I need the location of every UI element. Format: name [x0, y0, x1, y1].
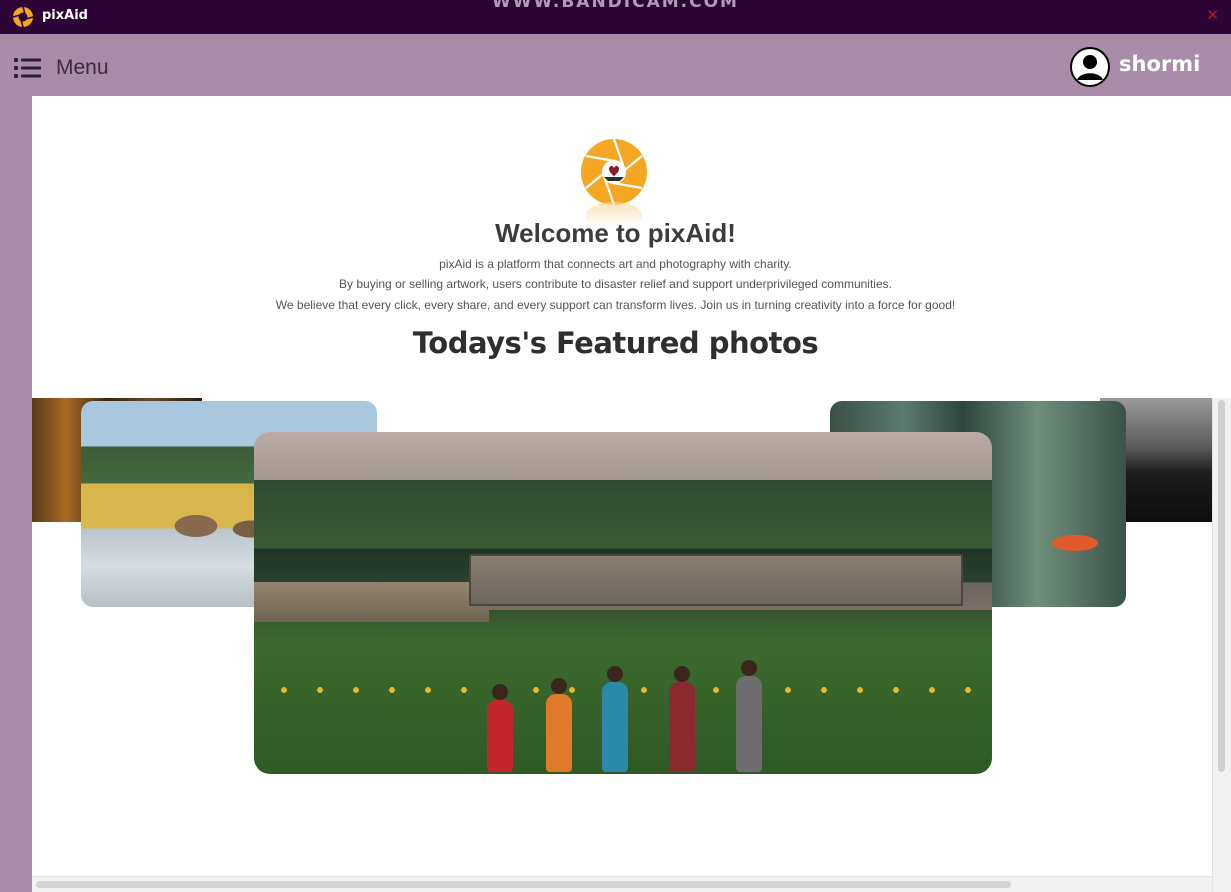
vertical-scrollbar[interactable]	[1212, 398, 1231, 892]
welcome-title: Welcome to pixAid!	[495, 218, 736, 248]
app-header: Menu shormi	[0, 34, 1231, 96]
featured-photos-title: Todays's Featured photos	[412, 326, 819, 360]
user-avatar-icon[interactable]	[1070, 47, 1110, 87]
recording-watermark: WWW.BANDICAM.COM	[492, 0, 739, 12]
menu-label: Menu	[56, 56, 109, 79]
description-line-3: We believe that every click, every share…	[275, 298, 956, 312]
horizontal-scrollbar-thumb[interactable]	[36, 881, 1011, 888]
username[interactable]: shormi	[1119, 52, 1200, 76]
photo-detail-shed	[254, 582, 489, 622]
window-titlebar: pixAid WWW.BANDICAM.COM ✕	[0, 0, 1231, 34]
carousel-photo-main[interactable]	[254, 432, 992, 774]
photo-detail-child	[546, 678, 572, 772]
photo-detail-child	[736, 660, 762, 772]
camera-aperture-heart-icon	[581, 138, 647, 206]
description-line-2: By buying or selling artwork, users cont…	[339, 277, 892, 291]
sidebar-strip	[0, 96, 32, 892]
description-line-1: pixAid is a platform that connects art a…	[439, 257, 792, 271]
photo-detail-roof	[469, 554, 963, 606]
photo-detail-child	[669, 666, 695, 772]
menu-button[interactable]: Menu	[14, 54, 109, 82]
photo-detail-child	[487, 684, 513, 772]
horizontal-scrollbar[interactable]	[32, 876, 1212, 892]
list-icon	[14, 58, 41, 78]
photo-detail-child	[602, 666, 628, 772]
close-icon[interactable]: ✕	[1206, 6, 1219, 24]
vertical-scrollbar-thumb[interactable]	[1218, 400, 1225, 772]
